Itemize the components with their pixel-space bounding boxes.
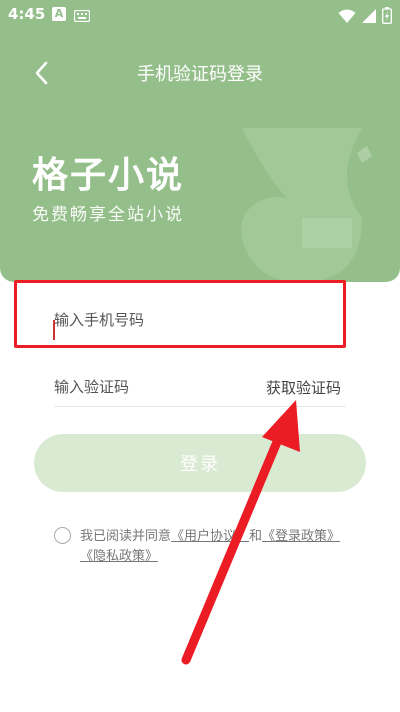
agreement-and: 和: [249, 529, 263, 544]
quote-decoration-icon: [241, 128, 372, 282]
user-agreement-link[interactable]: 《用户协议》: [171, 529, 249, 544]
app-notification-icon: A: [52, 7, 66, 21]
text-caret: [53, 320, 55, 340]
code-input-underline: [54, 406, 346, 407]
keyboard-icon: [73, 8, 91, 26]
phone-number-input[interactable]: [38, 300, 364, 340]
login-policy-link[interactable]: 《登录政策》: [262, 529, 340, 544]
brand-title: 格子小说: [32, 155, 185, 196]
signal-icon: [362, 8, 377, 23]
page-title: 手机验证码登录: [137, 64, 263, 85]
battery-icon: [382, 7, 392, 24]
brand-subtitle: 免费畅享全站小说: [32, 205, 184, 225]
nav-bar: 手机验证码登录: [0, 48, 400, 96]
agreement-text: 我已阅读并同意《用户协议》和《登录政策》《隐私政策》: [80, 527, 370, 567]
agreement-checkbox[interactable]: [54, 527, 71, 544]
agreement-prefix: 我已阅读并同意: [80, 529, 172, 544]
header-banner: 4:45 A 手机验证码登录 格子小说 免费畅享全站小说: [0, 0, 400, 282]
wifi-icon: [338, 9, 356, 23]
status-time: 4:45: [8, 5, 46, 23]
verification-code-input[interactable]: [38, 368, 254, 406]
get-code-button[interactable]: 获取验证码: [266, 377, 341, 398]
status-bar: 4:45 A: [0, 0, 400, 30]
login-button[interactable]: 登录: [34, 434, 366, 492]
privacy-policy-link[interactable]: 《隐私政策》: [80, 549, 158, 564]
